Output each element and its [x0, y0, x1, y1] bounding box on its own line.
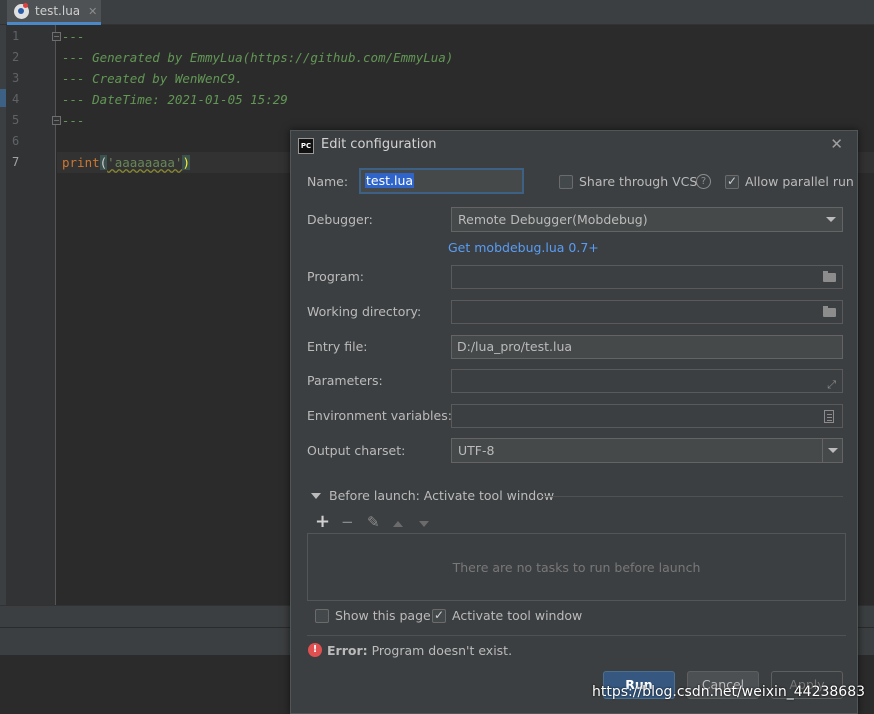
folder-icon[interactable] [823, 306, 836, 317]
tab-test-lua[interactable]: test.lua ✕ [7, 0, 101, 25]
get-mobdebug-link[interactable]: Get mobdebug.lua 0.7+ [448, 240, 599, 255]
chevron-down-icon [826, 217, 836, 222]
watermark-text: https://blog.csdn.net/weixin_44238683 [592, 684, 866, 700]
section-divider [541, 496, 843, 497]
before-launch-toolbar: + − ✎ [315, 513, 445, 532]
tab-close-icon[interactable]: ✕ [88, 5, 97, 18]
collapse-arrow-icon [311, 492, 321, 499]
move-up-icon[interactable] [393, 513, 419, 531]
entry-file-input[interactable]: D:/lua_pro/test.lua [451, 335, 843, 359]
code-line: --- Created by WenWenC9. [62, 71, 243, 86]
lua-file-icon [14, 2, 29, 19]
empty-tasks-text: There are no tasks to run before launch [452, 559, 701, 575]
output-charset-select[interactable]: UTF-8 [451, 438, 843, 463]
before-launch-toggle[interactable]: Before launch: Activate tool window [311, 488, 554, 503]
env-vars-label: Environment variables: [307, 408, 452, 423]
show-page-checkbox[interactable] [315, 609, 329, 623]
move-down-icon[interactable] [419, 513, 445, 531]
pycharm-icon: PC [298, 138, 314, 154]
share-vcs-checkbox[interactable] [559, 175, 573, 189]
dialog-title: Edit configuration [321, 137, 437, 152]
line-number: 6 [12, 134, 20, 148]
output-charset-value: UTF-8 [458, 443, 495, 458]
program-label: Program: [307, 269, 364, 284]
line-number: 7 [12, 155, 20, 169]
output-charset-label: Output charset: [307, 443, 406, 458]
show-page-label: Show this page [335, 608, 431, 623]
add-task-icon[interactable]: + [315, 513, 341, 531]
parameters-input[interactable]: ⤢ [451, 369, 843, 393]
chevron-down-icon[interactable] [822, 439, 842, 462]
footer-divider [307, 635, 846, 636]
close-paren: ) [182, 155, 190, 170]
editor-tab-bar: test.lua ✕ [0, 0, 874, 25]
code-line: --- Generated by EmmyLua(https://github.… [62, 50, 454, 65]
before-launch-label: Before launch: Activate tool window [329, 488, 555, 503]
tab-label: test.lua [35, 4, 81, 18]
folder-icon[interactable] [823, 271, 836, 282]
error-message: Error: Program doesn't exist. [327, 643, 512, 658]
gutter-left-strip [0, 25, 6, 605]
error-icon: ! [308, 643, 322, 657]
line-number: 2 [12, 50, 20, 64]
dialog-title-bar: PC Edit configuration ✕ [291, 131, 857, 159]
activate-tool-window-label: Activate tool window [452, 608, 583, 623]
help-icon[interactable]: ? [696, 174, 711, 189]
program-input[interactable] [451, 265, 843, 289]
name-input[interactable]: test.lua [359, 168, 524, 194]
allow-parallel-label: Allow parallel run [745, 174, 854, 189]
env-vars-input[interactable] [451, 404, 843, 428]
code-line: --- [62, 29, 85, 44]
remove-task-icon[interactable]: − [341, 513, 367, 531]
code-line: --- DateTime: 2021-01-05 15:29 [62, 92, 288, 107]
error-text: Program doesn't exist. [367, 643, 513, 658]
fold-end-icon[interactable]: − [52, 116, 61, 125]
code-line: --- [62, 113, 85, 128]
debugger-value: Remote Debugger(Mobdebug) [458, 212, 648, 227]
line-number: 1 [12, 29, 20, 43]
line-number: 4 [12, 92, 20, 106]
code-line-print: print('aaaaaaaa') [62, 155, 190, 170]
expand-icon[interactable]: ⤢ [827, 374, 836, 396]
before-launch-tasks-list[interactable]: There are no tasks to run before launch [307, 533, 846, 601]
allow-parallel-checkbox[interactable] [725, 174, 739, 189]
debugger-select[interactable]: Remote Debugger(Mobdebug) [451, 207, 843, 232]
activate-tool-window-checkbox[interactable] [432, 608, 446, 623]
parameters-label: Parameters: [307, 373, 383, 388]
editor-gutter: 1 2 3 4 5 6 7 − − [0, 25, 61, 605]
close-icon[interactable]: ✕ [830, 135, 843, 153]
string-literal: 'aaaaaaaa' [107, 155, 183, 170]
fold-toggle-icon[interactable]: − [52, 32, 61, 41]
line-number: 5 [12, 113, 20, 127]
print-keyword: print [62, 155, 100, 170]
edit-list-icon[interactable] [824, 410, 834, 423]
edit-configuration-dialog: PC Edit configuration ✕ Name: test.lua S… [290, 130, 858, 714]
entry-file-value: D:/lua_pro/test.lua [457, 339, 573, 354]
entry-file-label: Entry file: [307, 339, 368, 354]
working-dir-input[interactable] [451, 300, 843, 324]
edit-task-icon[interactable]: ✎ [367, 513, 393, 531]
name-value: test.lua [365, 173, 415, 188]
error-prefix: Error: [327, 643, 368, 658]
line-number: 3 [12, 71, 20, 85]
share-vcs-label: Share through VCS [579, 174, 698, 189]
debugger-label: Debugger: [307, 212, 373, 227]
name-label: Name: [307, 174, 349, 189]
change-marker [0, 89, 6, 107]
working-dir-label: Working directory: [307, 304, 422, 319]
